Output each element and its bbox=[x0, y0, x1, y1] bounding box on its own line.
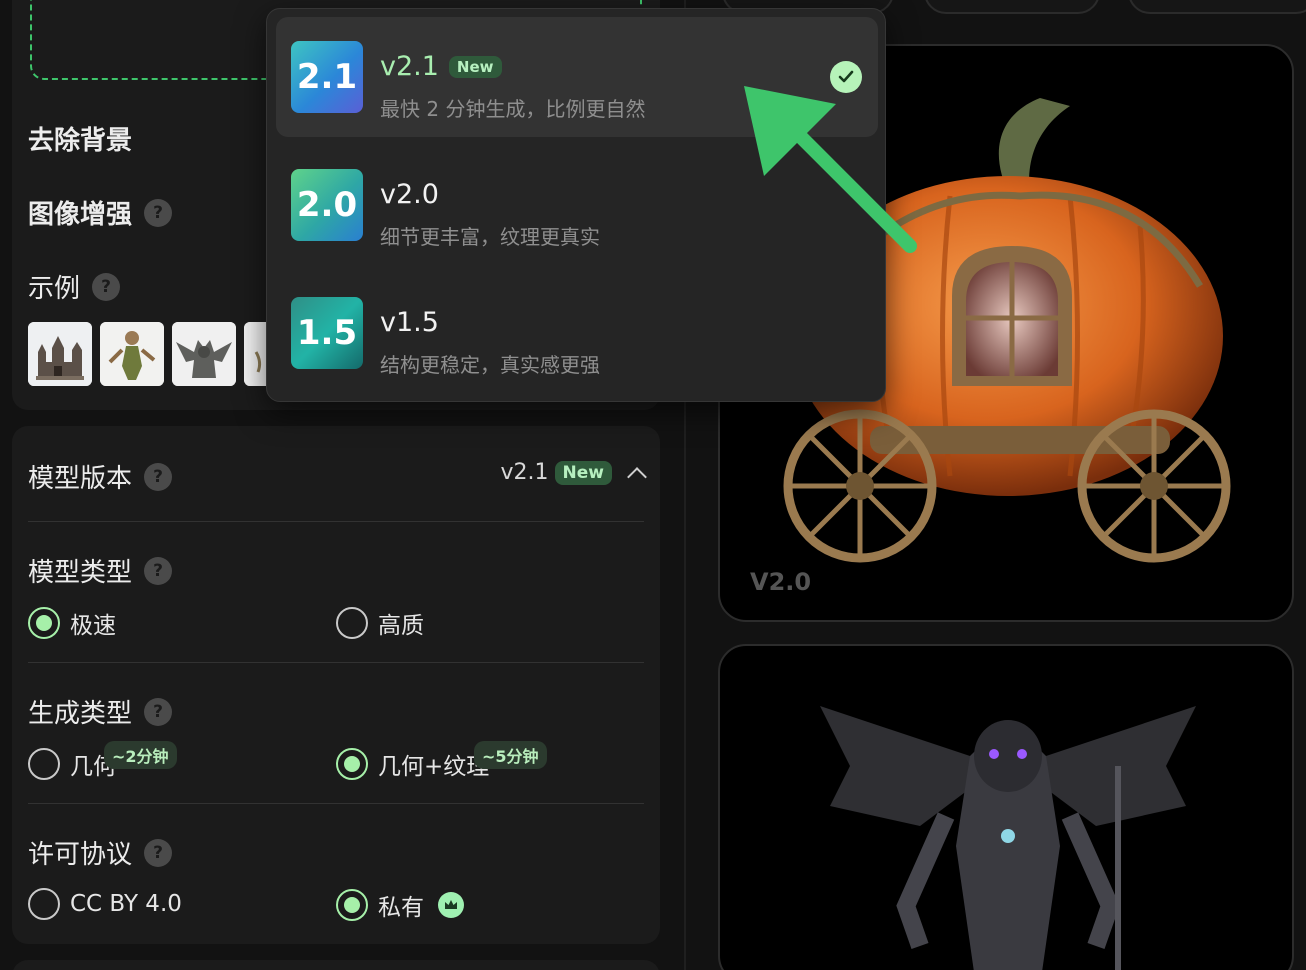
image-enhance-label: 图像增强 ? bbox=[28, 194, 173, 231]
option-version: v2.1 bbox=[380, 51, 439, 82]
help-icon[interactable]: ? bbox=[144, 462, 173, 491]
version-2-1-icon: 2.1 bbox=[291, 41, 363, 113]
time-estimate-badge: ~5分钟 bbox=[474, 741, 547, 769]
option-title: v2.1 New bbox=[380, 51, 502, 82]
option-description: 细节更丰富，纹理更真实 bbox=[380, 225, 600, 249]
example-thumb-partial[interactable] bbox=[244, 322, 268, 386]
radio-high-quality[interactable]: 高质 bbox=[336, 606, 424, 640]
current-version-value: v2.1 bbox=[500, 460, 549, 485]
radio-label: 私有 bbox=[378, 895, 424, 921]
version-option-v1-5[interactable]: 1.5 v1.5 结构更稳定，真实感更强 bbox=[276, 273, 878, 393]
radio-circle[interactable] bbox=[336, 607, 368, 639]
radio-geometry[interactable]: 几何 bbox=[28, 747, 116, 781]
new-badge: New bbox=[448, 55, 502, 78]
help-icon[interactable]: ? bbox=[144, 198, 173, 227]
version-2-0-icon: 2.0 bbox=[291, 169, 363, 241]
winged-warrior-image bbox=[820, 706, 1196, 970]
next-settings-card bbox=[12, 960, 660, 970]
annotation-arrow-icon bbox=[744, 86, 917, 253]
radio-circle[interactable] bbox=[28, 888, 60, 920]
filter-pill[interactable] bbox=[924, 0, 1100, 14]
example-thumb-castle[interactable] bbox=[28, 322, 92, 386]
example-thumb-gargoyle[interactable] bbox=[172, 322, 236, 386]
divider bbox=[28, 803, 644, 804]
remove-background-label: 去除背景 bbox=[28, 120, 132, 157]
radio-label: 高质 bbox=[378, 613, 424, 639]
option-version: v1.5 bbox=[380, 307, 439, 338]
help-icon[interactable]: ? bbox=[144, 838, 173, 867]
radio-circle[interactable] bbox=[336, 889, 368, 921]
model-preview-card[interactable] bbox=[718, 644, 1294, 970]
filter-pill[interactable] bbox=[1128, 0, 1306, 14]
model-type-text: 模型类型 bbox=[28, 558, 133, 588]
option-description: 最快 2 分钟生成，比例更自然 bbox=[380, 97, 646, 121]
model-type-label: 模型类型 ? bbox=[28, 552, 173, 589]
generation-type-label: 生成类型 ? bbox=[28, 693, 173, 730]
help-icon[interactable]: ? bbox=[92, 272, 121, 301]
radio-private[interactable]: 私有 bbox=[336, 888, 464, 922]
remove-background-text: 去除背景 bbox=[28, 126, 133, 156]
option-title: v1.5 bbox=[380, 307, 439, 338]
new-badge: New bbox=[554, 460, 612, 485]
option-version: v2.0 bbox=[380, 179, 439, 210]
divider bbox=[28, 662, 644, 663]
model-version-select[interactable]: v2.1 New bbox=[500, 460, 647, 487]
crown-icon bbox=[438, 892, 464, 918]
license-text: 许可协议 bbox=[28, 840, 133, 870]
option-title: v2.0 bbox=[380, 179, 439, 210]
radio-label: 几何+纹理 bbox=[378, 754, 490, 780]
version-1-5-icon: 1.5 bbox=[291, 297, 363, 369]
model-version-label: 模型版本 ? bbox=[28, 458, 173, 495]
help-icon[interactable]: ? bbox=[144, 556, 173, 585]
radio-label: 极速 bbox=[70, 613, 116, 639]
divider bbox=[28, 521, 644, 522]
example-thumb-elf[interactable] bbox=[100, 322, 164, 386]
image-enhance-text: 图像增强 bbox=[28, 200, 133, 230]
examples-label: 示例 ? bbox=[28, 268, 121, 305]
radio-cc-by[interactable]: CC BY 4.0 bbox=[28, 888, 182, 920]
radio-geometry-texture[interactable]: 几何+纹理 bbox=[336, 747, 489, 781]
radio-label: CC BY 4.0 bbox=[70, 891, 182, 917]
example-thumbnails bbox=[28, 322, 268, 386]
model-version-text: 模型版本 bbox=[28, 464, 133, 494]
preview-version-tag: V2.0 bbox=[750, 568, 812, 596]
radio-fast[interactable]: 极速 bbox=[28, 606, 116, 640]
radio-circle[interactable] bbox=[336, 748, 368, 780]
radio-circle[interactable] bbox=[28, 748, 60, 780]
option-description: 结构更稳定，真实感更强 bbox=[380, 353, 600, 377]
license-label: 许可协议 ? bbox=[28, 834, 173, 871]
chevron-up-icon bbox=[627, 466, 647, 487]
time-estimate-badge: ~2分钟 bbox=[104, 741, 177, 769]
help-icon[interactable]: ? bbox=[144, 697, 173, 726]
examples-text: 示例 bbox=[28, 274, 81, 304]
radio-circle[interactable] bbox=[28, 607, 60, 639]
generation-type-text: 生成类型 bbox=[28, 699, 133, 729]
